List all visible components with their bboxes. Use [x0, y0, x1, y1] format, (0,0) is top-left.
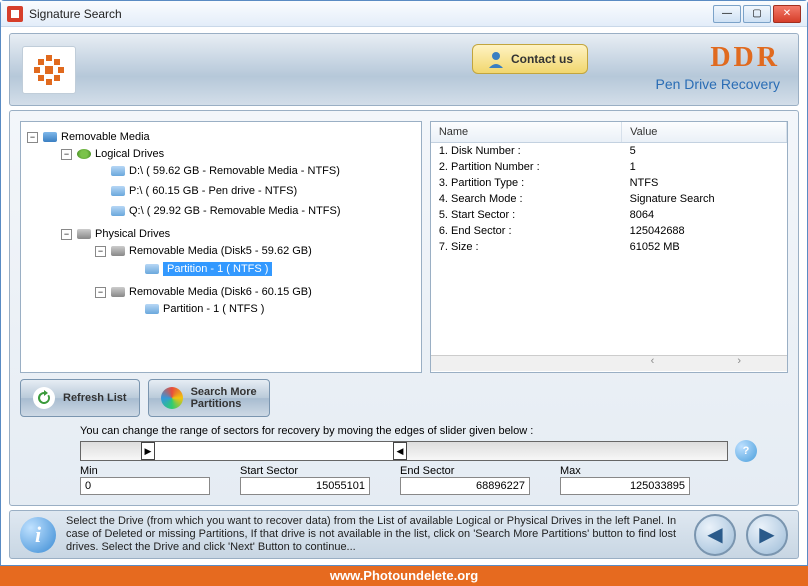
horizontal-scrollbar[interactable]: [431, 355, 787, 371]
tree-item[interactable]: D:\ ( 59.62 GB - Removable Media - NTFS): [95, 162, 417, 182]
refresh-list-button[interactable]: Refresh List: [20, 379, 140, 417]
drive-icon: [111, 166, 125, 176]
titlebar: Signature Search — ▢ ✕: [1, 1, 807, 27]
tree-root[interactable]: − Removable Media − Logical Drives D:\ (…: [27, 128, 417, 329]
tree-partition[interactable]: Partition - 1 ( NTFS ): [129, 259, 417, 280]
app-window: Signature Search — ▢ ✕ Contact us DDR Pe…: [0, 0, 808, 566]
refresh-icon: [33, 387, 55, 409]
start-sector-input[interactable]: [240, 477, 370, 495]
footer-bar: i Select the Drive (from which you want …: [9, 510, 799, 559]
maximize-button[interactable]: ▢: [743, 5, 771, 23]
sector-range-section: You can change the range of sectors for …: [20, 423, 788, 495]
split-panes: − Removable Media − Logical Drives D:\ (…: [20, 121, 788, 373]
table-row[interactable]: 7. Size :61052 MB: [431, 239, 787, 255]
disk-icon: [111, 287, 125, 297]
search-more-partitions-button[interactable]: Search MorePartitions: [148, 379, 270, 417]
sector-slider[interactable]: ▶ ◀ ?: [80, 441, 728, 461]
main-panel: − Removable Media − Logical Drives D:\ (…: [9, 110, 799, 506]
table-row[interactable]: 4. Search Mode :Signature Search: [431, 191, 787, 207]
app-icon: [7, 6, 23, 22]
removable-icon: [43, 132, 57, 142]
brand-subtitle: Pen Drive Recovery: [656, 76, 781, 92]
info-icon: i: [20, 517, 56, 553]
footer-message: Select the Drive (from which you want to…: [66, 515, 684, 554]
disk-icon: [111, 246, 125, 256]
max-input[interactable]: [560, 477, 690, 495]
slider-handle-start[interactable]: ▶: [141, 442, 155, 460]
person-icon: [487, 50, 505, 68]
slider-handle-end[interactable]: ◀: [393, 442, 407, 460]
drive-icon: [111, 186, 125, 196]
search-icon: [161, 387, 183, 409]
button-row: Refresh List Search MorePartitions: [20, 379, 788, 417]
close-button[interactable]: ✕: [773, 5, 801, 23]
table-row[interactable]: 1. Disk Number :5: [431, 142, 787, 159]
logical-icon: [77, 149, 91, 159]
expander-icon[interactable]: −: [95, 287, 106, 298]
table-row[interactable]: 5. Start Sector :8064: [431, 207, 787, 223]
app-logo: [22, 46, 76, 94]
slider-caption: You can change the range of sectors for …: [80, 425, 728, 437]
brand-block: DDR Pen Drive Recovery: [656, 42, 781, 92]
min-input[interactable]: [80, 477, 210, 495]
minimize-button[interactable]: —: [713, 5, 741, 23]
contact-us-button[interactable]: Contact us: [472, 44, 588, 74]
tree-disk[interactable]: − Removable Media (Disk5 - 59.62 GB) Par…: [95, 242, 417, 283]
window-title: Signature Search: [29, 7, 713, 21]
watermark-url: www.Photoundelete.org: [0, 566, 808, 586]
tree-partition[interactable]: Partition - 1 ( NTFS ): [129, 300, 417, 320]
drive-tree[interactable]: − Removable Media − Logical Drives D:\ (…: [20, 121, 422, 373]
tree-logical[interactable]: − Logical Drives D:\ ( 59.62 GB - Remova…: [61, 145, 417, 225]
drive-icon: [111, 206, 125, 216]
table-row[interactable]: 3. Partition Type :NTFS: [431, 175, 787, 191]
col-name[interactable]: Name: [431, 122, 622, 142]
expander-icon[interactable]: −: [27, 132, 38, 143]
end-label: End Sector: [400, 465, 530, 477]
partition-icon: [145, 264, 159, 274]
next-button[interactable]: ▶: [746, 514, 788, 556]
range-inputs: Min Start Sector End Sector Max: [80, 465, 728, 495]
header-banner: Contact us DDR Pen Drive Recovery: [9, 33, 799, 106]
max-label: Max: [560, 465, 690, 477]
contact-label: Contact us: [511, 52, 573, 66]
end-sector-input[interactable]: [400, 477, 530, 495]
tree-item[interactable]: P:\ ( 60.15 GB - Pen drive - NTFS): [95, 182, 417, 202]
min-label: Min: [80, 465, 210, 477]
tree-physical[interactable]: − Physical Drives − Removable Media (Dis…: [61, 225, 417, 326]
expander-icon[interactable]: −: [95, 246, 106, 257]
window-controls: — ▢ ✕: [713, 5, 801, 23]
help-icon[interactable]: ?: [735, 440, 757, 462]
partition-icon: [145, 304, 159, 314]
col-value[interactable]: Value: [622, 122, 787, 142]
expander-icon[interactable]: −: [61, 149, 72, 160]
details-table: Name Value 1. Disk Number :52. Partition…: [430, 121, 788, 373]
tree-disk[interactable]: − Removable Media (Disk6 - 60.15 GB) Par…: [95, 283, 417, 323]
back-button[interactable]: ◀: [694, 514, 736, 556]
table-row[interactable]: 6. End Sector :125042688: [431, 223, 787, 239]
physical-icon: [77, 229, 91, 239]
table-row[interactable]: 2. Partition Number :1: [431, 159, 787, 175]
start-label: Start Sector: [240, 465, 370, 477]
tree-item[interactable]: Q:\ ( 29.92 GB - Removable Media - NTFS): [95, 202, 417, 222]
expander-icon[interactable]: −: [61, 229, 72, 240]
brand-title: DDR: [656, 42, 781, 74]
slider-range: [141, 442, 407, 460]
